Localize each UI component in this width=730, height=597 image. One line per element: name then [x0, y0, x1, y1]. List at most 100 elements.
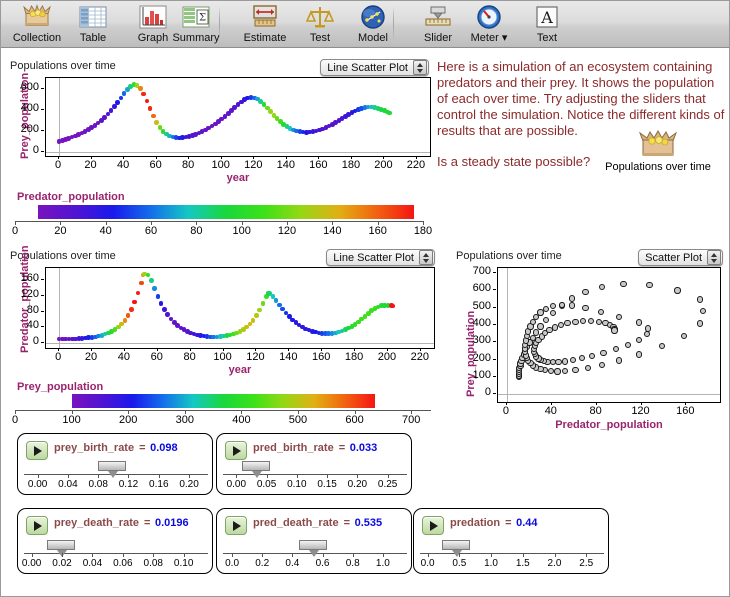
x-tick-label: 20	[84, 159, 97, 171]
data-point	[549, 359, 557, 366]
toolbar-button-model[interactable]: Model	[341, 3, 405, 47]
slider-value[interactable]: 0.033	[350, 442, 378, 454]
y-tick-label: 40	[26, 319, 39, 332]
slider-tick-label: 0.20	[179, 479, 199, 490]
toolbar-button-text[interactable]: A Text	[515, 3, 579, 47]
slider-equals-sign: =	[505, 517, 512, 529]
slider-prey_birth_rate[interactable]: prey_birth_rate = 0.098 0.00 0.04 0.08 0.12 0.1…	[17, 433, 213, 495]
graph-phase-plot-area[interactable]	[497, 267, 721, 403]
toolbar-label: Collection	[12, 32, 62, 44]
slider-tick-mark	[62, 553, 64, 557]
collection-icon	[5, 3, 69, 31]
slider-value[interactable]: 0.535	[355, 517, 383, 529]
data-point	[569, 356, 577, 364]
slider-prey_death_rate[interactable]: prey_death_rate = 0.0196 0.00 0.02 0.04 0.06 0.…	[17, 508, 213, 574]
data-point	[148, 278, 154, 283]
graph-phase-plot[interactable]: Populations over time Scatter Plot Prey_…	[453, 249, 725, 435]
slider-thumb[interactable]	[441, 540, 470, 557]
x-tick-label: 0	[502, 405, 510, 417]
y-tick-label: 300	[472, 334, 491, 347]
data-point	[260, 301, 266, 306]
graph-phase-plot-type-menu[interactable]: Scatter Plot	[638, 249, 723, 266]
data-point	[555, 358, 562, 366]
slider-thumb[interactable]	[97, 461, 126, 478]
data-point	[112, 104, 117, 109]
data-point	[135, 290, 141, 296]
graph-prey-plot-area[interactable]	[45, 77, 431, 157]
x-tick-label: 160	[312, 351, 331, 363]
toolbar-button-table[interactable]: Table	[61, 3, 125, 47]
data-point	[387, 110, 392, 116]
graph-phase-plot-type-label: Scatter Plot	[645, 251, 702, 264]
slider-play-button[interactable]	[26, 516, 48, 535]
slider-name-label: pred_death_rate	[253, 517, 339, 529]
slider-thumb[interactable]	[47, 540, 76, 557]
data-point	[250, 317, 256, 323]
slider-tick-mark	[92, 553, 94, 557]
slider-axis[interactable]	[24, 553, 208, 554]
data-point	[620, 281, 627, 288]
slider-play-button[interactable]	[225, 441, 247, 460]
toolbar-label: Text	[536, 32, 558, 44]
y-tick-mark	[493, 341, 496, 343]
graph-predator-plot-area[interactable]	[45, 267, 435, 349]
data-point	[543, 305, 550, 312]
slider-tick-label: 0.04	[82, 558, 103, 569]
slider-thumb[interactable]	[298, 540, 327, 557]
slider-name-label: pred_birth_rate	[253, 442, 334, 454]
toolbar-label: Meter ▾	[470, 32, 508, 44]
slider-equals-sign: =	[343, 517, 351, 529]
slider-thumb[interactable]	[242, 461, 271, 478]
data-point	[615, 313, 623, 320]
data-point	[580, 317, 587, 325]
legend-tick-label: 0	[11, 225, 19, 237]
data-point	[674, 287, 681, 294]
y-tick-mark	[493, 272, 496, 274]
data-point	[154, 120, 159, 125]
slider-pred_birth_rate[interactable]: pred_birth_rate = 0.033 0.00 0.05 0.10 0.15 0.2…	[216, 433, 412, 495]
slider-tick-mark	[459, 553, 461, 557]
graph-prey-plot-type-menu[interactable]: Line Scatter Plot	[320, 59, 429, 76]
x-tick-label: 140	[276, 159, 295, 171]
data-point	[144, 98, 150, 104]
plot-horizontal-axis-line	[46, 151, 430, 153]
legend-tick-label: 700	[402, 414, 421, 426]
slider-tick-mark	[37, 474, 39, 478]
slider-play-button[interactable]	[422, 516, 444, 535]
slider-play-button[interactable]	[26, 441, 48, 460]
data-point	[108, 108, 114, 113]
slider-value[interactable]: 0.0196	[155, 517, 189, 529]
toolbar-separator	[393, 6, 394, 42]
slider-tick-mark	[382, 553, 384, 557]
legend-predator-population[interactable]: Predator_population 0 20 40 60 80 100 120 140 16…	[7, 191, 432, 239]
legend-prey-population[interactable]: Prey_population 0 100 200 300 400 500 600 700	[7, 381, 439, 426]
graph-predator-over-time[interactable]: Populations over time Line Scatter Plot …	[7, 245, 439, 379]
toolbar-button-collection[interactable]: Collection	[5, 3, 69, 47]
data-point	[147, 106, 153, 112]
play-icon	[233, 445, 241, 456]
slider-play-button[interactable]	[225, 516, 247, 535]
y-tick-label: 200	[472, 351, 491, 364]
legend-tick-label: 80	[190, 225, 203, 237]
slider-predation[interactable]: predation = 0.44 0.0 0.5 1.0 1.5 2.0 2.5	[413, 508, 609, 574]
toolbar-button-meter[interactable]: Meter ▾	[457, 3, 521, 47]
slider-equals-sign: =	[139, 442, 146, 454]
slider-axis[interactable]	[420, 553, 604, 554]
slider-pred_death_rate[interactable]: pred_death_rate = 0.535 0.0 0.2 0.4 0.6 0.8 1.0	[216, 508, 412, 574]
legend-prey-label: Prey_population	[17, 381, 104, 393]
graph-predator-plot-type-menu[interactable]: Line Scatter Plot	[326, 249, 435, 266]
x-tick-label: 120	[631, 405, 650, 417]
graph-prey-over-time[interactable]: Populations over time Line Scatter Plot …	[7, 59, 431, 187]
play-icon	[34, 520, 42, 531]
slider-value[interactable]: 0.44	[516, 517, 537, 529]
slider-value[interactable]: 0.098	[150, 442, 178, 454]
legend-tick-label: 160	[368, 225, 387, 237]
slider-tick-label: 0.25	[377, 479, 398, 490]
data-point	[636, 336, 643, 343]
collection-object[interactable]: Populations over time	[599, 129, 717, 173]
legend-tick-label: 60	[144, 225, 158, 237]
slider-axis[interactable]	[223, 474, 407, 475]
slider-tick-label: 0.06	[113, 558, 133, 569]
data-point	[636, 319, 643, 326]
slider-tick-mark	[158, 474, 160, 478]
